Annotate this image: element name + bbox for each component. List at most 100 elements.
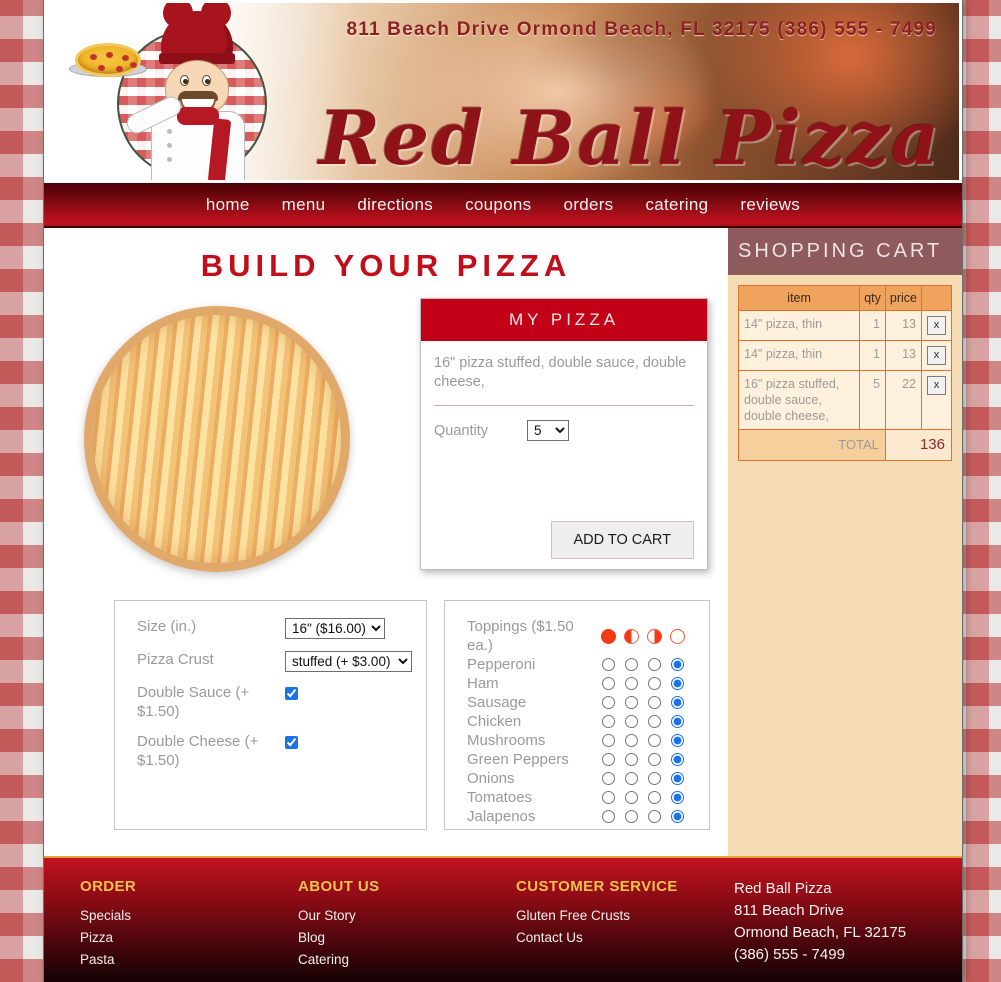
nav-item-coupons[interactable]: coupons <box>461 193 535 217</box>
pizza-preview-stage <box>66 298 406 578</box>
topping-radio-jalapenos-right-half[interactable] <box>648 810 661 823</box>
topping-radio-chicken-right-half[interactable] <box>648 715 661 728</box>
topping-radio-chicken-none[interactable] <box>671 715 684 728</box>
topping-radio-tomatoes-right-half[interactable] <box>648 791 661 804</box>
toppings-grid: Toppings ($1.50 ea.) Pepperoni Ham Sausage C… <box>467 617 695 826</box>
topping-option-cell <box>597 731 620 750</box>
topping-option-cell <box>643 807 666 826</box>
shopping-cart-column: SHOPPING CART item qty price 14" pizza, … <box>728 228 962 856</box>
topping-radio-sausage-right-half[interactable] <box>648 696 661 709</box>
footer-link-our-story[interactable]: Our Story <box>298 908 516 923</box>
add-to-cart-wrapper: ADD TO CART <box>434 521 694 559</box>
topping-option-cell <box>620 731 643 750</box>
size-select[interactable]: 10" ($10.00)12" ($12.00)14" ($14.00)16" … <box>285 618 385 639</box>
nav-item-orders[interactable]: orders <box>559 193 617 217</box>
quantity-select[interactable]: 12345678910 <box>527 420 569 441</box>
topping-radio-tomatoes-left-half[interactable] <box>625 791 638 804</box>
topping-option-cell <box>643 750 666 769</box>
shopping-cart-table-wrapper: item qty price 14" pizza, thin 1 13 x 14" pi… <box>728 275 962 461</box>
nav-item-menu[interactable]: menu <box>278 193 330 217</box>
cart-col-remove <box>921 285 952 311</box>
topping-radio-ham-right-half[interactable] <box>648 677 661 690</box>
topping-radio-onions-left-half[interactable] <box>625 772 638 785</box>
topping-radio-onions-none[interactable] <box>671 772 684 785</box>
nav-item-directions[interactable]: directions <box>353 193 437 217</box>
topping-radio-onions-right-half[interactable] <box>648 772 661 785</box>
topping-radio-pepperoni-whole[interactable] <box>602 658 615 671</box>
footer-column-order: ORDER Specials Pizza Pasta <box>80 878 298 982</box>
cart-cell-item: 16" pizza stuffed, double sauce, double … <box>737 370 861 430</box>
topping-radio-jalapenos-left-half[interactable] <box>625 810 638 823</box>
remove-item-button[interactable]: x <box>927 316 946 335</box>
footer-column-customer-service: CUSTOMER SERVICE Gluten Free Crusts Cont… <box>516 878 734 982</box>
topping-option-cell <box>666 769 689 788</box>
toppings-header-label: Toppings ($1.50 ea.) <box>467 618 574 654</box>
topping-label-ham: Ham <box>467 675 499 692</box>
topping-radio-ham-whole[interactable] <box>602 677 615 690</box>
cart-total-label: TOTAL <box>738 429 886 461</box>
topping-option-cell <box>666 693 689 712</box>
chef-scarf <box>177 107 219 125</box>
topping-radio-pepperoni-none[interactable] <box>671 658 684 671</box>
footer-link-pizza[interactable]: Pizza <box>80 930 298 945</box>
topping-option-cell <box>620 712 643 731</box>
footer-link-pasta[interactable]: Pasta <box>80 952 298 967</box>
nav-item-reviews[interactable]: reviews <box>736 193 804 217</box>
my-pizza-header: MY PIZZA <box>421 299 707 341</box>
footer-link-specials[interactable]: Specials <box>80 908 298 923</box>
nav-item-catering[interactable]: catering <box>641 193 712 217</box>
cart-table-body: 14" pizza, thin 1 13 x 14" pizza, thin 1 13 x 16… <box>737 310 953 461</box>
cart-row: 14" pizza, thin 1 13 x <box>737 340 952 371</box>
my-pizza-description: 16" pizza stuffed, double sauce, double … <box>434 354 694 406</box>
topping-radio-ham-left-half[interactable] <box>625 677 638 690</box>
topping-radio-green-peppers-none[interactable] <box>671 753 684 766</box>
topping-radio-green-peppers-whole[interactable] <box>602 753 615 766</box>
topping-radio-jalapenos-whole[interactable] <box>602 810 615 823</box>
topping-radio-ham-none[interactable] <box>671 677 684 690</box>
topping-radio-green-peppers-left-half[interactable] <box>625 753 638 766</box>
topping-radio-sausage-none[interactable] <box>671 696 684 709</box>
crust-select[interactable]: thin (+ $0.00)regular (+ $1.00)pan (+ $2… <box>285 651 412 672</box>
topping-radio-chicken-left-half[interactable] <box>625 715 638 728</box>
topping-label-pepperoni: Pepperoni <box>467 656 536 673</box>
topping-radio-pepperoni-right-half[interactable] <box>648 658 661 671</box>
topping-option-cell <box>643 712 666 731</box>
content-area: BUILD YOUR PIZZA MY PIZZA 16" pizza stuf… <box>44 228 962 856</box>
topping-radio-pepperoni-left-half[interactable] <box>625 658 638 671</box>
footer-heading-order: ORDER <box>80 878 137 895</box>
double-sauce-row: Double Sauce (+ $1.50) <box>137 683 412 721</box>
topping-radio-chicken-whole[interactable] <box>602 715 615 728</box>
topping-radio-mushrooms-right-half[interactable] <box>648 734 661 747</box>
banner-address: 811 Beach Drive Ormond Beach, FL 32175 (… <box>346 19 937 40</box>
footer-business-name: Red Ball Pizza <box>734 880 832 897</box>
cart-cell-remove: x <box>921 370 952 430</box>
coverage-header-cell <box>620 627 643 646</box>
topping-radio-sausage-left-half[interactable] <box>625 696 638 709</box>
topping-radio-mushrooms-whole[interactable] <box>602 734 615 747</box>
topping-radio-jalapenos-none[interactable] <box>671 810 684 823</box>
topping-radio-tomatoes-whole[interactable] <box>602 791 615 804</box>
topping-option-cell <box>666 807 689 826</box>
topping-radio-tomatoes-none[interactable] <box>671 791 684 804</box>
topping-radio-green-peppers-right-half[interactable] <box>648 753 661 766</box>
topping-option-cell <box>620 769 643 788</box>
chef-eye-left <box>180 75 189 86</box>
topping-label-green-peppers: Green Peppers <box>467 751 569 768</box>
topping-radio-onions-whole[interactable] <box>602 772 615 785</box>
footer-link-catering[interactable]: Catering <box>298 952 516 967</box>
topping-radio-mushrooms-left-half[interactable] <box>625 734 638 747</box>
topping-radio-sausage-whole[interactable] <box>602 696 615 709</box>
nav-item-home[interactable]: home <box>202 193 254 217</box>
footer-link-contact-us[interactable]: Contact Us <box>516 930 734 945</box>
topping-label-jalapenos: Jalapenos <box>467 808 536 825</box>
remove-item-button[interactable]: x <box>927 376 946 395</box>
footer-link-gluten-free-crusts[interactable]: Gluten Free Crusts <box>516 908 734 923</box>
add-to-cart-button[interactable]: ADD TO CART <box>550 521 694 559</box>
double-cheese-checkbox[interactable] <box>285 736 298 749</box>
footer-heading-customer-service: CUSTOMER SERVICE <box>516 878 678 895</box>
topping-radio-mushrooms-none[interactable] <box>671 734 684 747</box>
topping-option-cell <box>597 788 620 807</box>
double-sauce-checkbox[interactable] <box>285 687 298 700</box>
remove-item-button[interactable]: x <box>927 346 946 365</box>
footer-link-blog[interactable]: Blog <box>298 930 516 945</box>
